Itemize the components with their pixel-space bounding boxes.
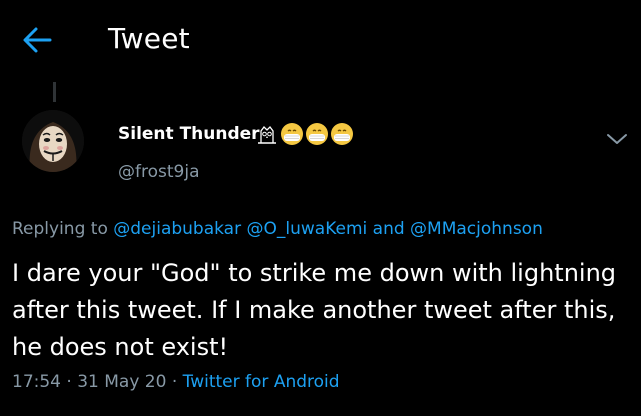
avatar[interactable] (22, 110, 84, 172)
author-handle[interactable]: @frost9ja (118, 162, 199, 182)
guy-fawkes-mask-avatar (22, 110, 84, 172)
tweet-text: I dare your "God" to strike me down with… (12, 259, 617, 361)
replying-to-line: Replying to @dejiabubakar @O_luwaKemi an… (12, 219, 543, 239)
author-emoji-row (255, 119, 354, 149)
tweet-meta: 17:54 · 31 May 20 · Twitter for Android (12, 372, 340, 392)
meta-separator: · (171, 372, 178, 392)
tweet-time: 17:54 (12, 372, 61, 392)
tweet-source-link[interactable]: Twitter for Android (183, 372, 340, 392)
chevron-down-icon[interactable] (604, 130, 630, 148)
face-with-medical-mask-emoji (281, 123, 303, 145)
back-arrow-icon[interactable] (22, 26, 52, 54)
face-with-medical-mask-emoji (306, 123, 328, 145)
mention-link-and[interactable]: and (373, 219, 405, 239)
mention-link[interactable]: @O_luwaKemi (247, 219, 368, 239)
replying-to-label: Replying to (12, 219, 108, 239)
thread-connector-line (53, 82, 56, 102)
owl-icon (258, 126, 276, 144)
mention-link[interactable]: @MMacjohnson (410, 219, 543, 239)
mention-link[interactable]: @dejiabubakar (113, 219, 241, 239)
meta-separator: · (66, 372, 72, 392)
tweet-date: 31 May 20 (77, 372, 167, 392)
page-title: Tweet (108, 22, 190, 55)
author-name[interactable]: Silent Thunder (118, 124, 260, 144)
top-app-bar: Tweet (0, 0, 641, 82)
face-with-medical-mask-emoji (331, 123, 353, 145)
